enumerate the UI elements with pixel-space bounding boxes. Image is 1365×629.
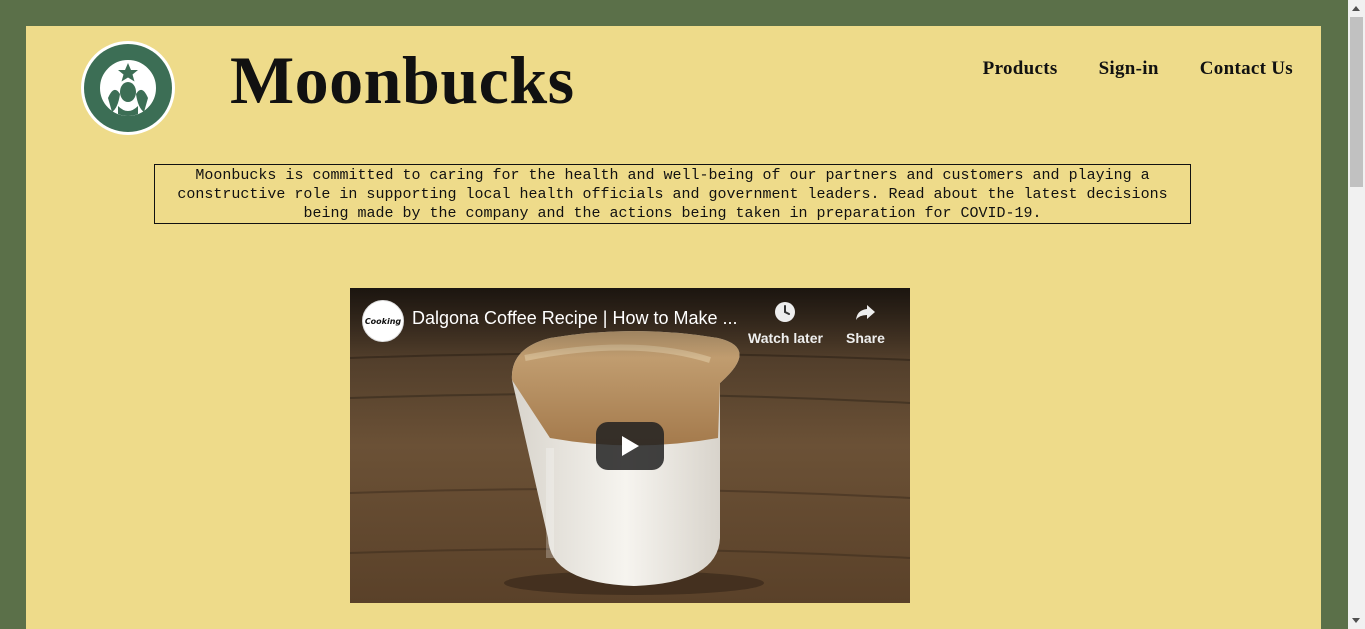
brand-title: Moonbucks [230, 42, 575, 118]
watch-later-button[interactable]: Watch later [748, 300, 823, 346]
scroll-down-icon[interactable] [1352, 618, 1360, 623]
main-nav: Products Sign-in Contact Us [983, 58, 1293, 80]
clock-icon [775, 302, 796, 322]
play-button[interactable] [596, 422, 664, 470]
nav-link-products[interactable]: Products [983, 58, 1058, 80]
share-button[interactable]: Share [846, 300, 885, 346]
covid-notice: Moonbucks is committed to caring for the… [154, 164, 1191, 224]
page-scrollbar[interactable] [1348, 0, 1365, 629]
channel-avatar[interactable]: Cooking [362, 300, 404, 342]
brand-logo[interactable] [80, 40, 176, 136]
nav-link-sign-in[interactable]: Sign-in [1099, 58, 1159, 80]
video-title[interactable]: Dalgona Coffee Recipe | How to Make ... [412, 308, 742, 329]
scrollbar-thumb[interactable] [1350, 17, 1363, 187]
play-icon [622, 436, 639, 456]
siren-logo-icon [81, 41, 175, 135]
video-embed[interactable]: Cooking Dalgona Coffee Recipe | How to M… [350, 288, 910, 603]
watch-later-label: Watch later [748, 330, 823, 346]
share-label: Share [846, 330, 885, 346]
scroll-up-icon[interactable] [1352, 6, 1360, 11]
share-icon [856, 305, 876, 320]
page-container: Moonbucks Products Sign-in Contact Us Mo… [26, 26, 1321, 629]
nav-link-contact-us[interactable]: Contact Us [1200, 58, 1293, 80]
